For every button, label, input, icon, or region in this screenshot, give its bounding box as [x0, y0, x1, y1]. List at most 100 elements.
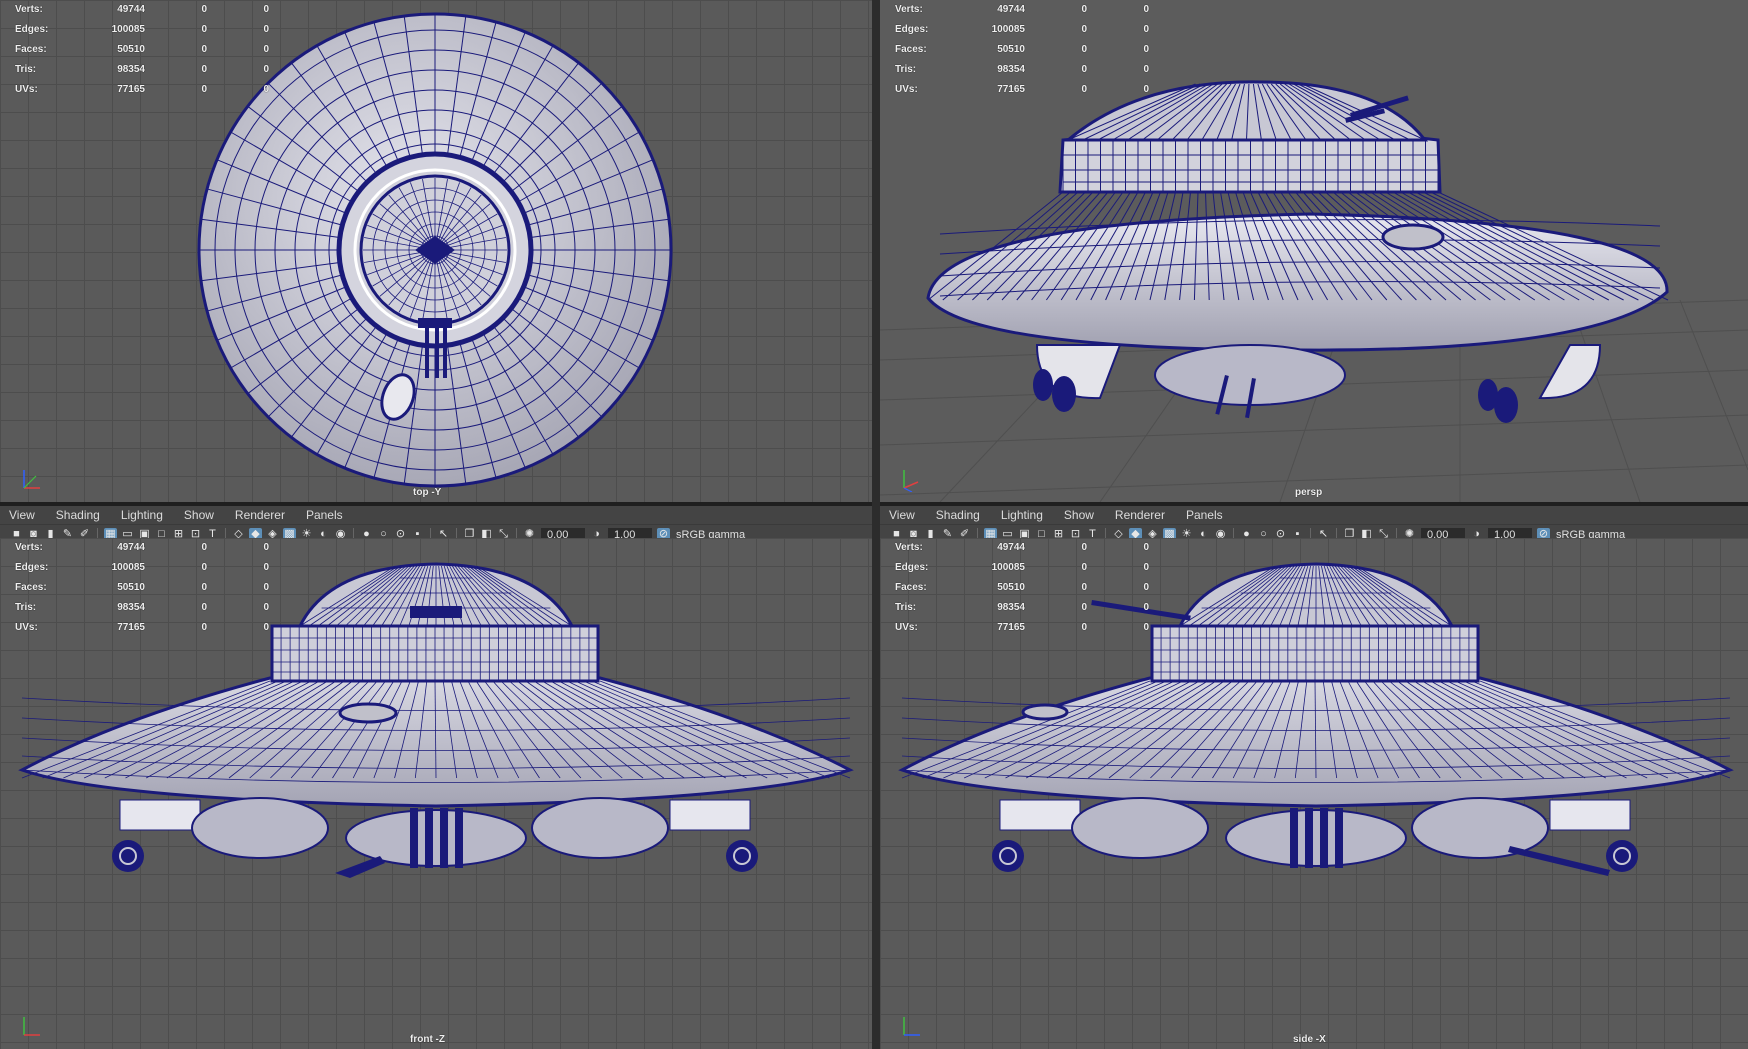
hud-row-tris: Tris: 98354 0 0: [0, 60, 269, 80]
hud-value: 77165: [117, 622, 145, 633]
hud-selected: 0: [1081, 582, 1087, 593]
hud-selected: 0: [201, 622, 207, 633]
hud-value: 98354: [117, 64, 145, 75]
hud-label: Edges:: [895, 562, 929, 573]
hud-selected: 0: [1081, 562, 1087, 573]
poly-count-hud: Verts: 49744 0 0 Edges: 100085 0 0 Faces: 50510…: [880, 538, 1149, 638]
hud-value: 50510: [997, 44, 1025, 55]
hud-row-tris: Tris: 98354 0 0: [880, 60, 1149, 80]
poly-count-hud: Verts: 49744 0 0 Edges: 100085 0 0 Faces: 50510…: [0, 0, 269, 100]
hud-label: UVs:: [895, 84, 918, 95]
hud-selected: 0: [1081, 84, 1087, 95]
hud-value: 100085: [111, 24, 145, 35]
viewport-persp[interactable]: Verts: 49744 0 0 Edges: 100085 0 0 Faces: 50510…: [880, 0, 1748, 502]
hud-component: 0: [1143, 44, 1149, 55]
hud-row-verts: Verts: 49744 0 0: [880, 0, 1149, 20]
menu-shading[interactable]: Shading: [56, 508, 100, 522]
hud-selected: 0: [1081, 602, 1087, 613]
menu-view[interactable]: View: [9, 508, 35, 522]
panel-menu-bar-front: View Shading Lighting Show Renderer Pane…: [0, 506, 872, 525]
hud-selected: 0: [201, 4, 207, 15]
hud-component: 0: [1143, 84, 1149, 95]
poly-count-hud: Verts: 49744 0 0 Edges: 100085 0 0 Faces: 50510…: [0, 538, 269, 638]
hud-label: UVs:: [15, 622, 38, 633]
hud-selected: 0: [1081, 44, 1087, 55]
hud-selected: 0: [1081, 24, 1087, 35]
hud-component: 0: [1143, 64, 1149, 75]
hud-value: 100085: [991, 24, 1025, 35]
menu-lighting[interactable]: Lighting: [1001, 508, 1043, 522]
hud-component: 0: [263, 582, 269, 593]
hud-component: 0: [1143, 24, 1149, 35]
menu-renderer[interactable]: Renderer: [1115, 508, 1165, 522]
hud-selected: 0: [201, 24, 207, 35]
menu-renderer[interactable]: Renderer: [235, 508, 285, 522]
hud-selected: 0: [201, 542, 207, 553]
hud-row-verts: Verts: 49744 0 0: [0, 538, 269, 558]
poly-count-hud: Verts: 49744 0 0 Edges: 100085 0 0 Faces: 50510…: [880, 0, 1149, 100]
hud-label: Faces:: [15, 582, 47, 593]
hud-row-edges: Edges: 100085 0 0: [0, 20, 269, 40]
viewport-top[interactable]: Verts: 49744 0 0 Edges: 100085 0 0 Faces: 50510…: [0, 0, 872, 502]
menu-view[interactable]: View: [889, 508, 915, 522]
hud-label: Tris:: [895, 602, 917, 613]
hud-value: 50510: [117, 582, 145, 593]
hud-component: 0: [263, 24, 269, 35]
hud-value: 100085: [111, 562, 145, 573]
hud-label: Edges:: [895, 24, 929, 35]
hud-row-tris: Tris: 98354 0 0: [0, 598, 269, 618]
hud-component: 0: [263, 44, 269, 55]
axis-gizmo-icon: [23, 1017, 40, 1036]
hud-component: 0: [263, 4, 269, 15]
hud-selected: 0: [1081, 64, 1087, 75]
hud-label: Verts:: [15, 4, 43, 15]
hud-component: 0: [1143, 582, 1149, 593]
hud-component: 0: [263, 64, 269, 75]
hud-row-uvs: UVs: 77165 0 0: [0, 80, 269, 100]
menu-show[interactable]: Show: [1064, 508, 1094, 522]
hud-selected: 0: [1081, 4, 1087, 15]
hud-label: UVs:: [895, 622, 918, 633]
hud-row-faces: Faces: 50510 0 0: [880, 578, 1149, 598]
hud-selected: 0: [201, 44, 207, 55]
hud-label: Edges:: [15, 24, 49, 35]
hud-selected: 0: [201, 602, 207, 613]
hud-component: 0: [1143, 562, 1149, 573]
hud-row-verts: Verts: 49744 0 0: [880, 538, 1149, 558]
menu-lighting[interactable]: Lighting: [121, 508, 163, 522]
viewport-side[interactable]: Verts: 49744 0 0 Edges: 100085 0 0 Faces: 50510…: [880, 538, 1748, 1049]
hud-value: 49744: [997, 542, 1025, 553]
hud-component: 0: [1143, 542, 1149, 553]
menu-panels[interactable]: Panels: [1186, 508, 1223, 522]
hud-component: 0: [1143, 602, 1149, 613]
hud-value: 77165: [117, 84, 145, 95]
menu-shading[interactable]: Shading: [936, 508, 980, 522]
camera-label: side -X: [1293, 1034, 1326, 1045]
hud-label: Verts:: [895, 542, 923, 553]
hud-label: Tris:: [895, 64, 917, 75]
hud-label: Verts:: [895, 4, 923, 15]
hud-row-edges: Edges: 100085 0 0: [880, 558, 1149, 578]
hud-component: 0: [1143, 622, 1149, 633]
hud-label: Edges:: [15, 562, 49, 573]
viewport-divider-vertical[interactable]: [872, 0, 880, 1049]
menu-show[interactable]: Show: [184, 508, 214, 522]
hud-value: 100085: [991, 562, 1025, 573]
hud-selected: 0: [201, 84, 207, 95]
hud-component: 0: [263, 602, 269, 613]
hud-value: 50510: [997, 582, 1025, 593]
hud-label: Faces:: [895, 44, 927, 55]
hud-row-faces: Faces: 50510 0 0: [880, 40, 1149, 60]
hud-label: Tris:: [15, 602, 37, 613]
hud-row-uvs: UVs: 77165 0 0: [880, 80, 1149, 100]
viewport-front[interactable]: Verts: 49744 0 0 Edges: 100085 0 0 Faces: 50510…: [0, 538, 872, 1049]
hud-selected: 0: [1081, 622, 1087, 633]
hud-row-tris: Tris: 98354 0 0: [880, 598, 1149, 618]
hud-label: Faces:: [15, 44, 47, 55]
hud-value: 49744: [997, 4, 1025, 15]
menu-panels[interactable]: Panels: [306, 508, 343, 522]
axis-gizmo-icon: [903, 470, 919, 492]
camera-label: persp: [1295, 487, 1323, 498]
hud-component: 0: [263, 562, 269, 573]
hud-row-faces: Faces: 50510 0 0: [0, 578, 269, 598]
